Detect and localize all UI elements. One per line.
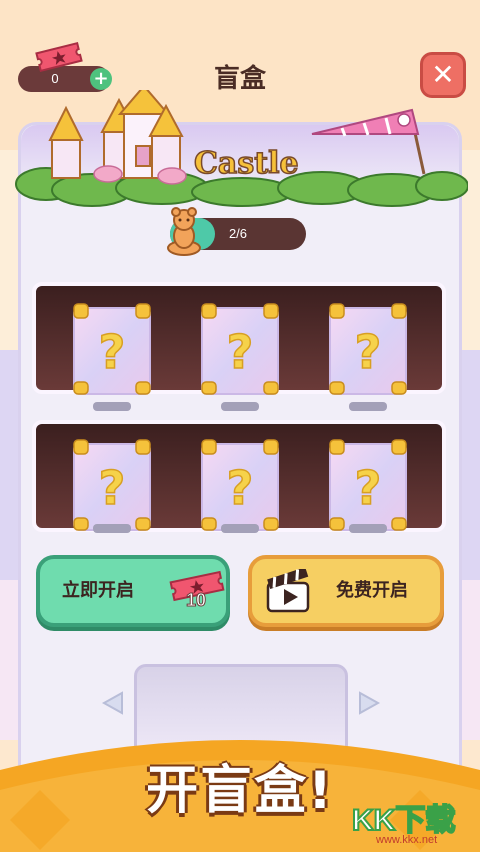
- question-mark-label: ?: [227, 325, 254, 379]
- box-slot-indicator: [349, 402, 387, 411]
- blind-box[interactable]: ?: [326, 300, 410, 396]
- open-now-label: 立即开启: [62, 580, 134, 601]
- open-now-cost: 10: [185, 590, 207, 611]
- next-arrow-icon[interactable]: [356, 690, 382, 716]
- question-mark-label: ?: [99, 325, 126, 379]
- watermark-brand: KK下载: [351, 803, 456, 838]
- blind-box[interactable]: ?: [70, 300, 154, 396]
- blind-box[interactable]: ?: [198, 300, 282, 396]
- video-ad-icon: [266, 569, 310, 613]
- free-open-label: 免费开启: [336, 580, 408, 601]
- box-slot-indicator: [349, 524, 387, 533]
- free-open-button[interactable]: 免费开启: [248, 555, 444, 627]
- blind-box[interactable]: ?: [198, 436, 282, 532]
- box-slot-indicator: [93, 402, 131, 411]
- question-mark-label: ?: [227, 461, 254, 515]
- bear-figure-icon: [167, 207, 201, 256]
- question-mark-label: ?: [99, 461, 126, 515]
- blind-box[interactable]: ?: [326, 436, 410, 532]
- box-slot-indicator: [93, 524, 131, 533]
- open-now-button[interactable]: 立即开启 10: [36, 555, 230, 627]
- box-slot-indicator: [221, 402, 259, 411]
- theme-title: Castle: [193, 145, 299, 182]
- question-mark-label: ?: [355, 325, 382, 379]
- previous-arrow-icon[interactable]: [100, 690, 126, 716]
- box-slot-indicator: [221, 524, 259, 533]
- watermark-url: www.kkx.net: [376, 834, 438, 846]
- question-mark-label: ?: [355, 461, 382, 515]
- blind-box[interactable]: ?: [70, 436, 154, 532]
